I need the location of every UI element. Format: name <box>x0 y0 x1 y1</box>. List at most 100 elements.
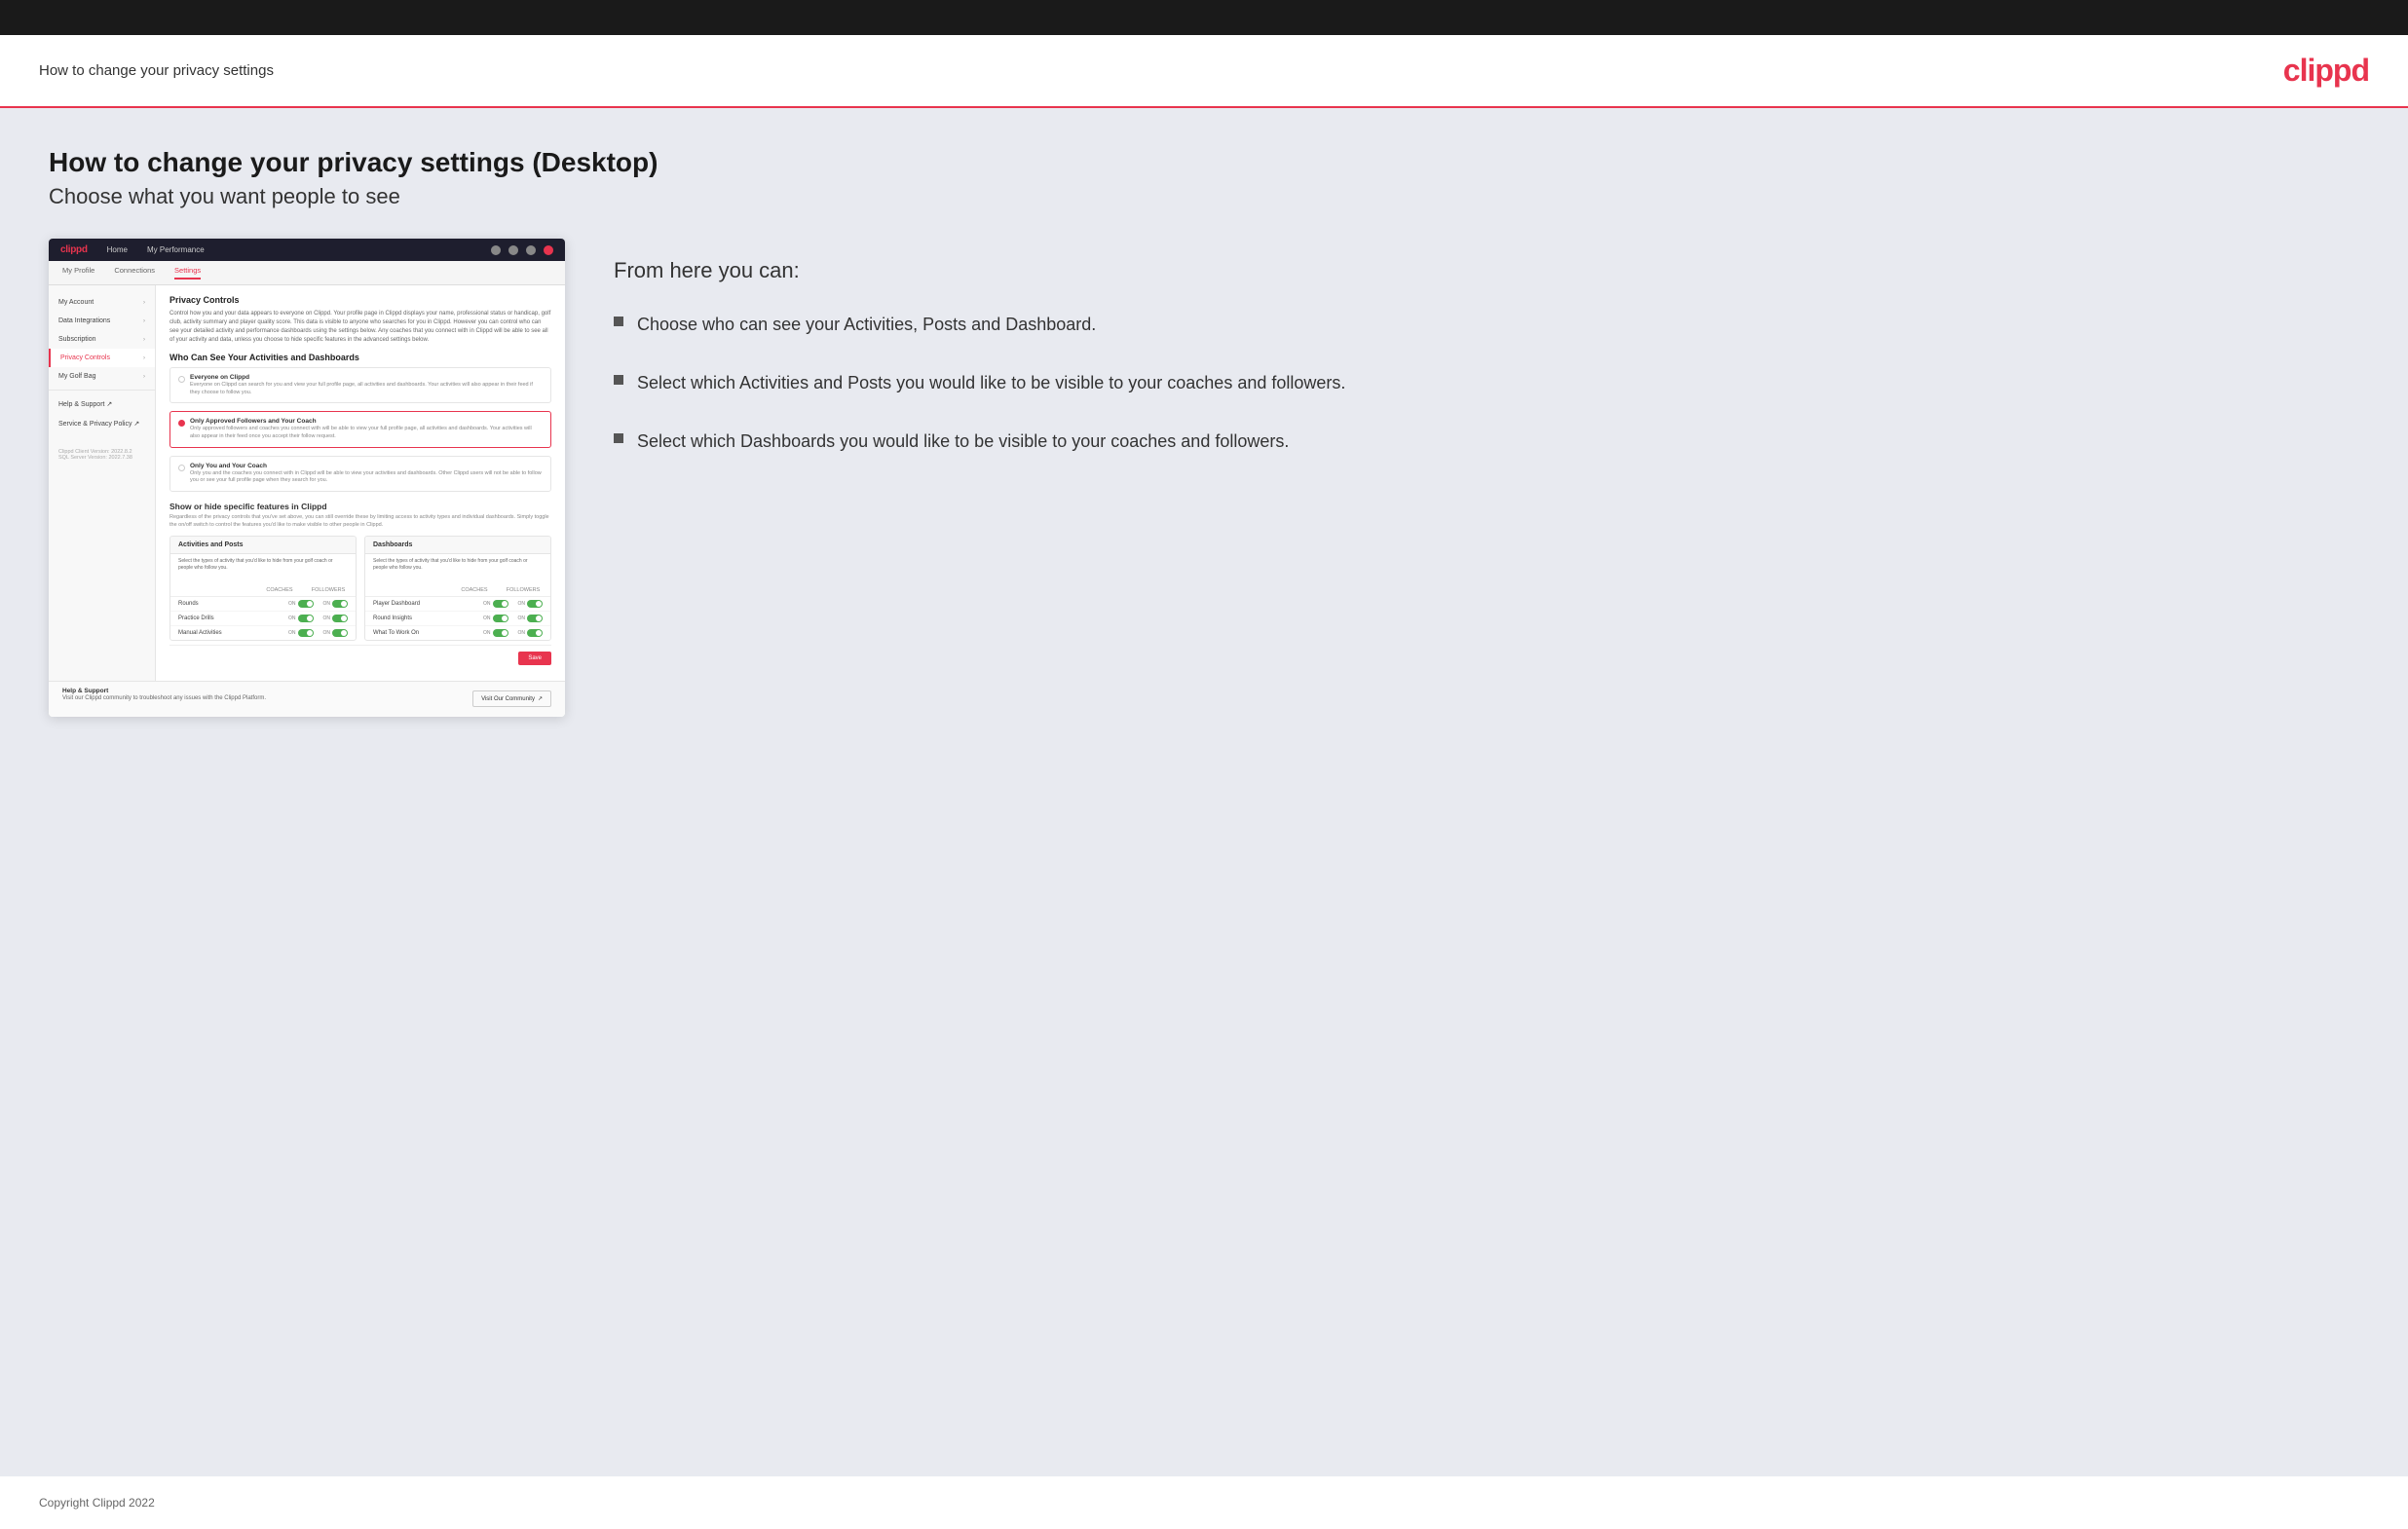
toggle-rounds-coaches <box>298 600 314 608</box>
toggle-drills-followers <box>332 615 348 622</box>
radio-dot-followers <box>178 420 185 427</box>
chevron-icon: › <box>143 318 145 324</box>
mock-nav-right <box>491 245 553 255</box>
mock-subnav-settings: Settings <box>174 266 201 280</box>
toggle-manual-coaches <box>298 629 314 637</box>
coaches-col-label-2: COACHES <box>455 587 494 593</box>
mock-activities-header: Activities and Posts <box>170 537 356 554</box>
avatar <box>544 245 553 255</box>
mock-body: My Account › Data Integrations › Subscri… <box>49 285 565 681</box>
chevron-icon: › <box>143 374 145 380</box>
mock-subnav: My Profile Connections Settings <box>49 261 565 285</box>
bullet-text-3: Select which Dashboards you would like t… <box>637 429 1289 454</box>
page-heading: How to change your privacy settings (Des… <box>49 147 2359 178</box>
sidebar-divider <box>49 390 155 391</box>
mock-row-drills: Practice Drills ON ON <box>170 612 356 626</box>
content-row: clippd Home My Performance My Profile Co… <box>49 239 2359 717</box>
bullet-text-1: Choose who can see your Activities, Post… <box>637 313 1096 337</box>
mock-sidebar: My Account › Data Integrations › Subscri… <box>49 285 156 681</box>
header: How to change your privacy settings clip… <box>0 35 2408 108</box>
footer-text: Copyright Clippd 2022 <box>39 1496 155 1510</box>
coaches-col-label: COACHES <box>260 587 299 593</box>
screenshot-mock: clippd Home My Performance My Profile Co… <box>49 239 565 717</box>
mock-activities-desc: Select the types of activity that you'd … <box>170 554 356 577</box>
followers-col-label-2: FOLLOWERS <box>504 587 543 593</box>
toggle-drills-coaches <box>298 615 314 622</box>
mock-dashboards-subheader: COACHES FOLLOWERS <box>365 584 550 597</box>
bullet-square-3 <box>614 433 623 443</box>
bullet-square-1 <box>614 317 623 326</box>
mock-panel: Privacy Controls Control how you and you… <box>156 285 565 681</box>
mock-dashboards-header: Dashboards <box>365 537 550 554</box>
mock-sidebar-subscription: Subscription › <box>49 330 155 349</box>
notifications-icon <box>526 245 536 255</box>
mock-features-desc: Regardless of the privacy controls that … <box>169 514 551 529</box>
mock-row-player-dashboard: Player Dashboard ON ON <box>365 597 550 612</box>
mock-save-button[interactable]: Save <box>518 652 551 665</box>
mock-tables-row: Activities and Posts Select the types of… <box>169 536 551 641</box>
followers-col-label: FOLLOWERS <box>309 587 348 593</box>
toggle-player-followers <box>527 600 543 608</box>
mock-sidebar-data: Data Integrations › <box>49 312 155 330</box>
mock-sidebar-account: My Account › <box>49 293 155 312</box>
mock-radio-everyone: Everyone on Clippd Everyone on Clippd ca… <box>169 367 551 403</box>
header-title: How to change your privacy settings <box>39 62 274 79</box>
mock-sidebar-service: Service & Privacy Policy ↗ <box>49 414 155 433</box>
mock-privacy-desc: Control how you and your data appears to… <box>169 310 551 345</box>
mock-nav-home: Home <box>107 245 128 254</box>
mock-visibility-title: Who Can See Your Activities and Dashboar… <box>169 353 551 362</box>
toggle-insights-followers <box>527 615 543 622</box>
toggle-work-coaches <box>493 629 508 637</box>
mock-subnav-profile: My Profile <box>62 266 94 280</box>
mock-community-button[interactable]: Visit Our Community ↗ <box>472 690 551 707</box>
mock-help-desc: Visit our Clippd community to troublesho… <box>62 694 266 703</box>
mock-row-round-insights: Round Insights ON ON <box>365 612 550 626</box>
bullet-square-2 <box>614 375 623 385</box>
page-subheading: Choose what you want people to see <box>49 184 2359 209</box>
mock-logo: clippd <box>60 244 88 255</box>
mock-radio-group: Everyone on Clippd Everyone on Clippd ca… <box>169 367 551 492</box>
radio-dot-everyone <box>178 376 185 383</box>
search-icon <box>491 245 501 255</box>
bullet-item-1: Choose who can see your Activities, Post… <box>614 313 2359 337</box>
main-content: How to change your privacy settings (Des… <box>0 108 2408 1476</box>
mock-radio-followers: Only Approved Followers and Your Coach O… <box>169 411 551 447</box>
mock-radio-coach: Only You and Your Coach Only you and the… <box>169 456 551 492</box>
mock-features-title: Show or hide specific features in Clippd <box>169 502 551 511</box>
bullet-list: Choose who can see your Activities, Post… <box>614 313 2359 455</box>
toggle-rounds-followers <box>332 600 348 608</box>
mock-dashboards-table: Dashboards Select the types of activity … <box>364 536 551 641</box>
toggle-insights-coaches <box>493 615 508 622</box>
mock-row-manual: Manual Activities ON ON <box>170 626 356 640</box>
top-bar <box>0 0 2408 35</box>
chevron-icon: › <box>143 300 145 306</box>
mock-sidebar-version: Clippd Client Version: 2022.8.2SQL Serve… <box>49 443 155 466</box>
from-here-title: From here you can: <box>614 258 2359 283</box>
mock-sidebar-help: Help & Support ↗ <box>49 394 155 414</box>
mock-subnav-connections: Connections <box>114 266 155 280</box>
mock-sidebar-privacy: Privacy Controls › <box>49 349 155 367</box>
mock-sidebar-golfbag: My Golf Bag › <box>49 367 155 386</box>
toggle-work-followers <box>527 629 543 637</box>
mock-save-row: Save <box>169 645 551 671</box>
mock-help-section: Help & Support Visit our Clippd communit… <box>49 681 565 717</box>
mock-row-rounds: Rounds ON ON <box>170 597 356 612</box>
settings-icon <box>508 245 518 255</box>
mock-help-title: Help & Support <box>62 688 266 694</box>
toggle-player-coaches <box>493 600 508 608</box>
mock-row-what-to-work: What To Work On ON ON <box>365 626 550 640</box>
mock-nav-performance: My Performance <box>147 245 205 254</box>
mock-privacy-title: Privacy Controls <box>169 295 551 305</box>
right-panel: From here you can: Choose who can see yo… <box>614 239 2359 489</box>
radio-dot-coach <box>178 465 185 471</box>
mock-activities-subheader: COACHES FOLLOWERS <box>170 584 356 597</box>
mock-activities-table: Activities and Posts Select the types of… <box>169 536 357 641</box>
bullet-item-2: Select which Activities and Posts you wo… <box>614 371 2359 395</box>
external-link-icon: ↗ <box>538 695 543 702</box>
mock-nav: clippd Home My Performance <box>49 239 565 261</box>
bullet-item-3: Select which Dashboards you would like t… <box>614 429 2359 454</box>
logo: clippd <box>2283 53 2369 89</box>
mock-dashboards-desc: Select the types of activity that you'd … <box>365 554 550 577</box>
chevron-icon: › <box>143 355 145 361</box>
chevron-icon: › <box>143 337 145 343</box>
